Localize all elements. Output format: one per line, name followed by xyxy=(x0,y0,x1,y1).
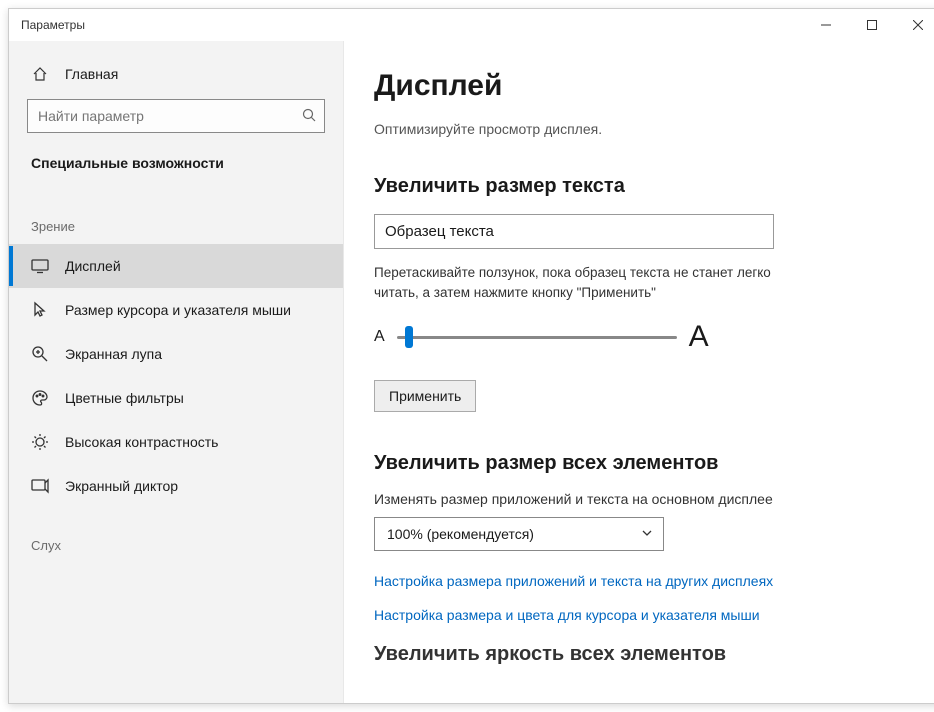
scale-dropdown[interactable]: 100% (рекомендуется) xyxy=(374,517,664,551)
display-icon xyxy=(31,257,49,275)
maximize-button[interactable] xyxy=(849,9,895,41)
contrast-icon xyxy=(31,433,49,451)
slider-thumb[interactable] xyxy=(405,326,413,348)
sidebar-item-label: Цветные фильтры xyxy=(65,390,184,406)
cursor-icon xyxy=(31,301,49,319)
sidebar-category: Специальные возможности xyxy=(9,145,343,189)
sidebar-item-narrator[interactable]: Экранный диктор xyxy=(9,464,343,508)
search-input-wrap[interactable] xyxy=(27,99,325,133)
minimize-button[interactable] xyxy=(803,9,849,41)
close-button[interactable] xyxy=(895,9,934,41)
sidebar-item-high-contrast[interactable]: Высокая контрастность xyxy=(9,420,343,464)
dropdown-value: 100% (рекомендуется) xyxy=(387,526,534,542)
page-subtitle: Оптимизируйте просмотр дисплея. xyxy=(374,121,911,137)
settings-window: Параметры Главная xyxy=(8,8,934,704)
narrator-icon xyxy=(31,477,49,495)
sidebar-item-magnifier[interactable]: Экранная лупа xyxy=(9,332,343,376)
brightness-heading: Увеличить яркость всех элементов xyxy=(374,643,911,666)
slider-max-label: A xyxy=(689,320,709,354)
sidebar-item-label: Размер курсора и указателя мыши xyxy=(65,302,291,318)
palette-icon xyxy=(31,389,49,407)
sidebar-item-label: Экранный диктор xyxy=(65,478,178,494)
search-icon xyxy=(302,108,316,125)
main-content: Дисплей Оптимизируйте просмотр дисплея. … xyxy=(344,41,934,703)
sidebar-item-display[interactable]: Дисплей xyxy=(9,244,343,288)
sidebar-item-label: Высокая контрастность xyxy=(65,434,218,450)
sidebar: Главная Специальные возможности Зрение xyxy=(9,41,344,703)
sample-text-box: Образец текста xyxy=(374,214,774,249)
scale-label: Изменять размер приложений и текста на о… xyxy=(374,491,911,507)
home-icon xyxy=(31,65,49,83)
sidebar-group-vision: Зрение xyxy=(9,189,343,244)
window-controls xyxy=(803,9,934,41)
sidebar-home[interactable]: Главная xyxy=(9,55,343,93)
text-size-heading: Увеличить размер текста xyxy=(374,175,911,198)
apply-button[interactable]: Применить xyxy=(374,380,476,412)
window-title: Параметры xyxy=(21,18,85,32)
text-size-slider[interactable] xyxy=(397,325,677,349)
sidebar-item-label: Дисплей xyxy=(65,258,121,274)
sidebar-item-color-filters[interactable]: Цветные фильтры xyxy=(9,376,343,420)
all-size-heading: Увеличить размер всех элементов xyxy=(374,452,911,475)
sidebar-home-label: Главная xyxy=(65,66,118,82)
chevron-down-icon xyxy=(641,526,653,542)
magnifier-icon xyxy=(31,345,49,363)
slider-min-label: A xyxy=(374,328,385,346)
titlebar: Параметры xyxy=(9,9,934,41)
link-cursor-settings[interactable]: Настройка размера и цвета для курсора и … xyxy=(374,607,911,623)
link-other-displays[interactable]: Настройка размера приложений и текста на… xyxy=(374,573,911,589)
sidebar-item-cursor[interactable]: Размер курсора и указателя мыши xyxy=(9,288,343,332)
page-title: Дисплей xyxy=(374,69,911,103)
slider-description: Перетаскивайте ползунок, пока образец те… xyxy=(374,263,794,302)
search-input[interactable] xyxy=(38,108,302,124)
text-size-slider-row: A A xyxy=(374,320,911,354)
sidebar-item-label: Экранная лупа xyxy=(65,346,162,362)
sidebar-group-hearing: Слух xyxy=(9,508,343,563)
